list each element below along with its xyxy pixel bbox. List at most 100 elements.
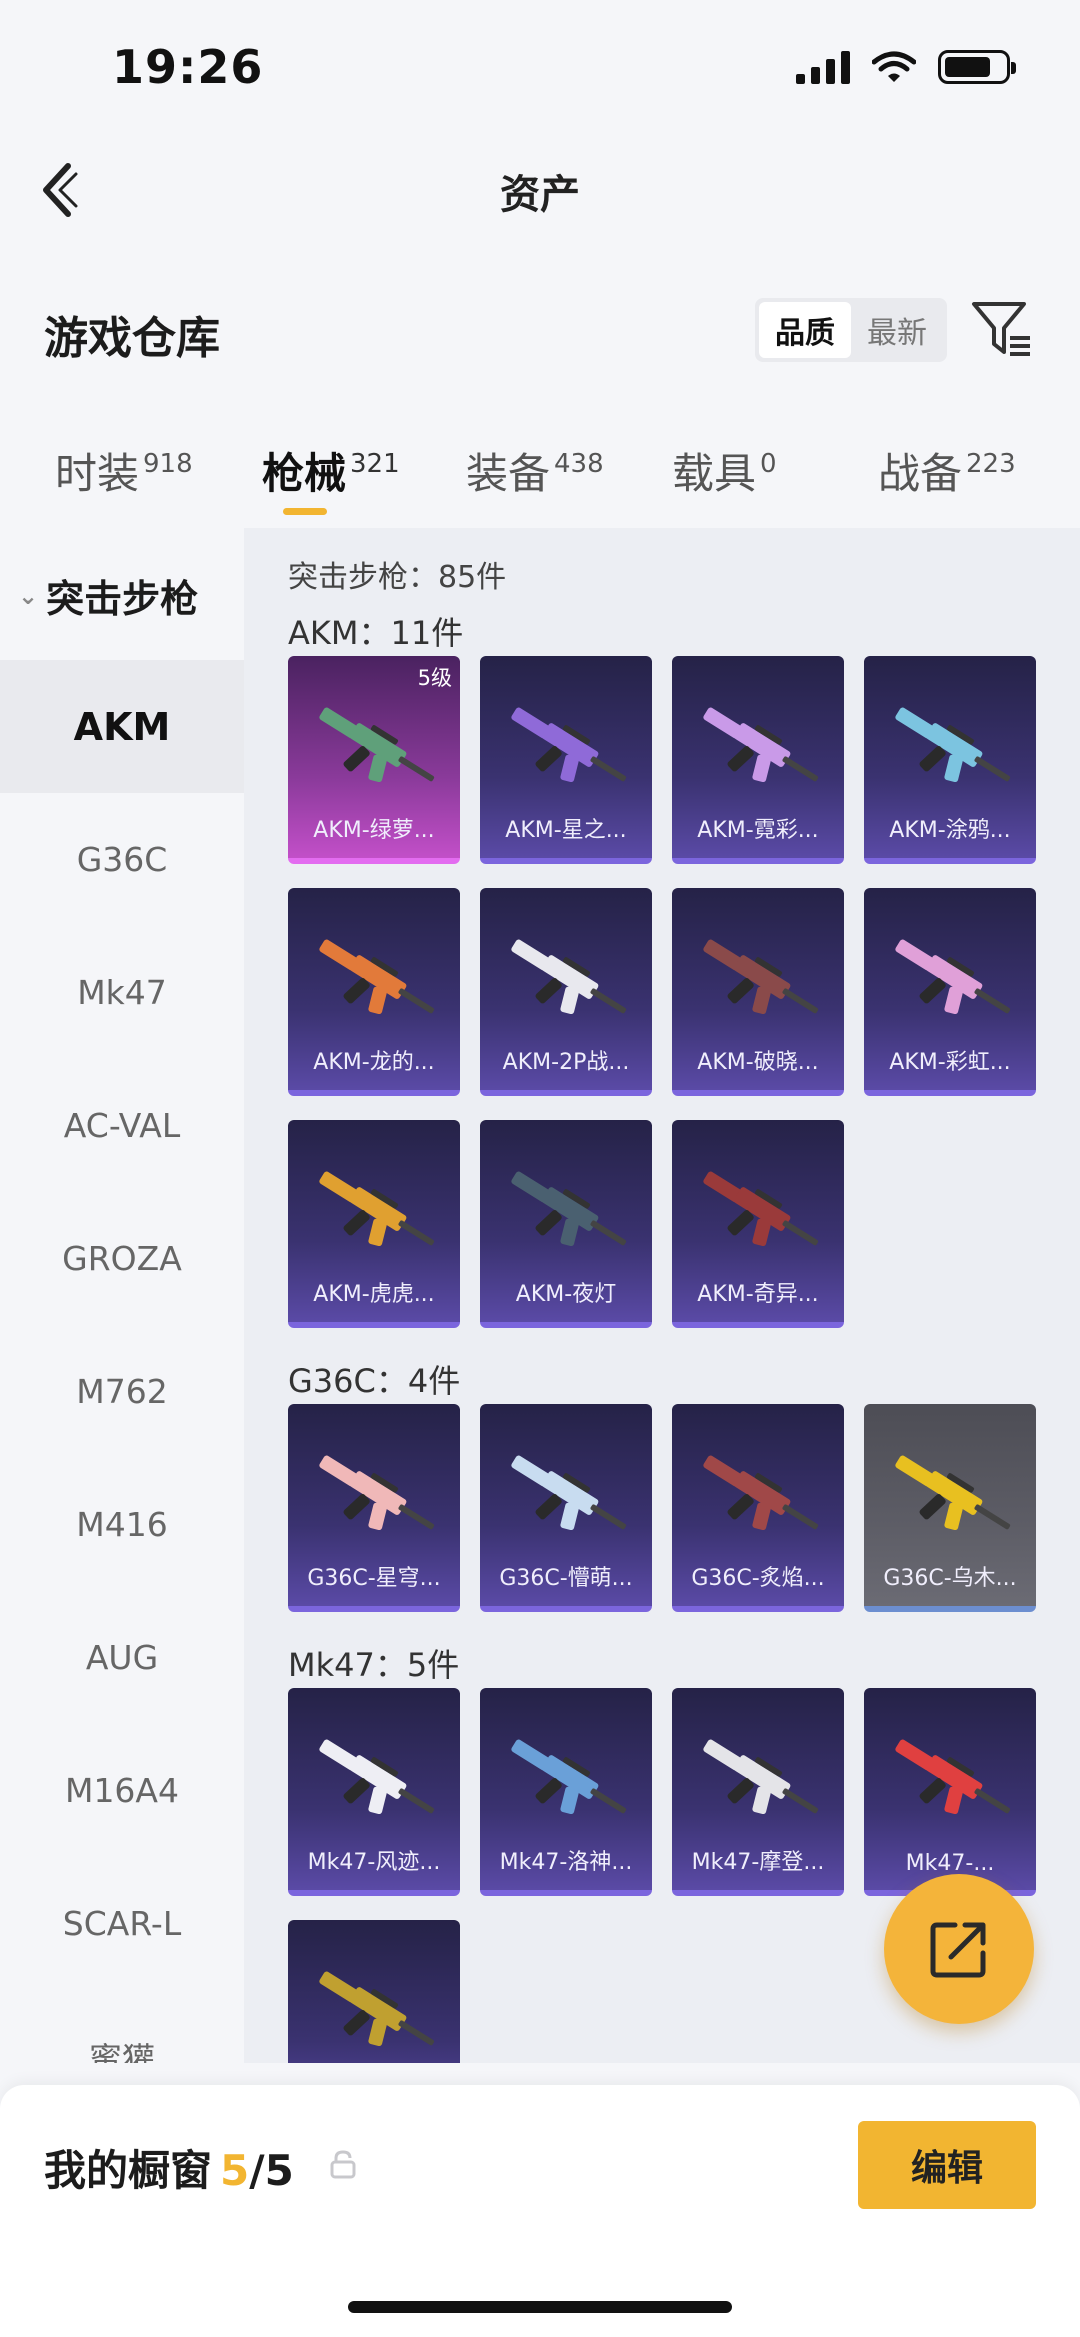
share-button[interactable] [884,1874,1034,2024]
rifle-icon [302,1954,446,2063]
weapon-card[interactable]: Mk47-摩登... [672,1688,844,1896]
page-title: 资产 [500,172,580,218]
nav-bar: 资产 [0,140,1080,240]
sidebar-group-assault-rifles[interactable]: ⌄ 突击步枪 [18,568,198,623]
weapon-name: Mk47-... [905,1851,995,1876]
sidebar-item[interactable]: M16A4 [0,1724,244,1857]
sidebar-item[interactable]: GROZA [0,1192,244,1325]
rifle-icon [878,1722,1022,1834]
weapon-card[interactable]: AKM-龙的... [288,888,460,1096]
weapon-name: AKM-虎虎... [313,1282,435,1307]
weapon-card[interactable]: 5级 AKM-绿萝... [288,656,460,864]
sort-latest-option[interactable]: 最新 [851,302,943,358]
sort-quality-option[interactable]: 品质 [759,302,851,358]
weapon-grid: 突击步枪：85件 AKM：11件 5级 AKM-绿萝... AKM-星之... AKM-… [244,528,1080,2063]
sidebar-item[interactable]: 蜜獾 [0,1990,244,2064]
sidebar-item[interactable]: Mk47 [0,926,244,1059]
weapon-name: AKM-奇异... [697,1282,819,1307]
weapon-card[interactable]: G36C-炙焰... [672,1404,844,1612]
tab-label: 载具 [672,449,757,498]
weapon-card[interactable]: G36C-星穹... [288,1404,460,1612]
weapon-group-title: AKM：11件 [288,614,464,652]
sidebar-item[interactable]: M762 [0,1325,244,1458]
weapon-level-badge: 5级 [417,666,452,690]
showcase-count: 5/5 [220,2146,294,2195]
sidebar-item[interactable]: AUG [0,1591,244,1724]
status-icons [796,50,1016,84]
weapon-name: Mk47-洛神... [499,1850,633,1875]
weapon-card[interactable]: AKM-霓彩... [672,656,844,864]
weapon-name: AKM-彩虹... [889,1050,1011,1075]
weapon-card[interactable]: AKM-星之... [480,656,652,864]
warehouse-title: 游戏仓库 [44,313,220,364]
tab-fashion[interactable]: 时装 918 [55,440,193,501]
weapon-name: G36C-星穹... [307,1566,441,1591]
rifle-icon [302,1438,446,1550]
battery-icon [938,50,1016,84]
sidebar-item[interactable]: G36C [0,793,244,926]
weapon-group-title: Mk47：5件 [288,1646,460,1684]
sidebar-item[interactable]: AC-VAL [0,1059,244,1192]
weapon-card[interactable]: G36C-懵萌... [480,1404,652,1612]
weapon-card[interactable] [288,1920,460,2063]
weapon-card[interactable]: AKM-彩虹... [864,888,1036,1096]
tab-count: 223 [966,449,1016,479]
filter-icon[interactable] [970,300,1034,360]
weapon-card[interactable]: AKM-破晓... [672,888,844,1096]
rifle-icon [878,922,1022,1034]
showcase-title: 我的橱窗 [44,2146,213,2195]
weapon-card[interactable]: AKM-奇异... [672,1120,844,1328]
showcase-label: 我的橱窗 5/5 [44,2137,294,2198]
tab-count: 918 [143,449,193,479]
weapon-card[interactable]: AKM-2P战... [480,888,652,1096]
rifle-icon [494,922,638,1034]
sidebar-group-label: 突击步枪 [46,577,199,621]
tab-supplies[interactable]: 战备 223 [878,440,1016,501]
showcase-bar: 我的橱窗 5/5 编辑 [0,2085,1080,2337]
weapon-name: AKM-霓彩... [697,818,819,843]
rifle-icon [494,690,638,802]
rifle-icon [302,1154,446,1266]
weapon-card[interactable]: Mk47-风迹... [288,1688,460,1896]
rifle-icon [686,922,830,1034]
weapon-name: AKM-绿萝... [313,818,435,843]
weapon-name: AKM-涂鸦... [889,818,1011,843]
weapon-card[interactable]: AKM-涂鸦... [864,656,1036,864]
weapon-name: AKM-龙的... [313,1050,435,1075]
weapon-name: Mk47-摩登... [691,1850,825,1875]
tab-count: 438 [554,449,604,479]
weapon-card[interactable]: AKM-虎虎... [288,1120,460,1328]
showcase-count-current: 5 [220,2146,250,2195]
tab-equipment[interactable]: 装备 438 [466,440,604,501]
warehouse-header: 游戏仓库 品质 最新 [0,290,1080,370]
sidebar-item[interactable]: AKM [0,660,244,793]
sort-toggle: 品质 最新 [755,298,947,362]
tab-firearms[interactable]: 枪械 321 [262,440,400,501]
rifle-icon [494,1154,638,1266]
tab-count: 321 [350,449,400,479]
weapon-card[interactable]: AKM-夜灯 [480,1120,652,1328]
rifle-icon [686,1154,830,1266]
rifle-icon [878,690,1022,802]
weapon-card[interactable]: G36C-乌木... [864,1404,1036,1612]
sidebar-item[interactable]: M416 [0,1458,244,1591]
category-tabs: 时装 918 枪械 321 装备 438 载具 0 战备 223 [0,420,1080,520]
weapon-sidebar: ⌄ 突击步枪 AKM G36C Mk47 AC-VAL GROZA M762 M416 AUG… [0,528,244,2063]
wifi-icon [872,51,916,82]
weapon-name: Mk47-风迹... [307,1850,441,1875]
edit-button[interactable]: 编辑 [858,2121,1036,2209]
share-icon [930,1922,986,1978]
signal-icon [796,50,850,84]
status-bar: 19:26 [0,0,1080,140]
weapon-name: AKM-星之... [505,818,627,843]
tab-vehicles[interactable]: 载具 0 [672,440,777,501]
weapon-name: AKM-2P战... [502,1050,630,1075]
sidebar-item[interactable]: SCAR-L [0,1857,244,1990]
weapon-card[interactable]: Mk47-洛神... [480,1688,652,1896]
rifle-icon [302,922,446,1034]
rifle-icon [686,1438,830,1550]
weapon-card[interactable]: Mk47-... [864,1688,1036,1896]
tab-label: 枪械 [262,449,347,498]
tab-label: 战备 [878,449,963,498]
rifle-icon [686,690,830,802]
